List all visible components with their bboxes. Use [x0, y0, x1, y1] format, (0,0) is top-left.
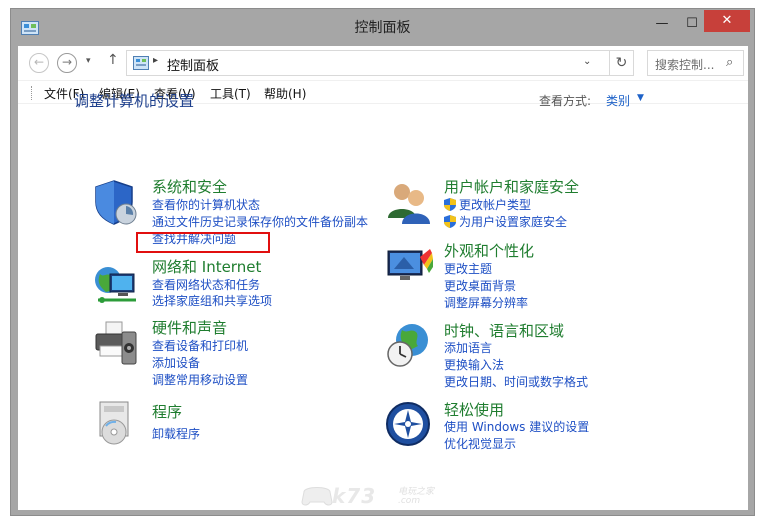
watermark-domain: .com	[398, 496, 421, 506]
watermark-logo: k73 电玩之家 .com	[300, 480, 470, 520]
ease-of-access-icon[interactable]	[384, 400, 434, 450]
forward-button[interactable]: →	[57, 53, 77, 73]
link-add-device[interactable]: 添加设备	[152, 354, 200, 371]
link-view-computer-status[interactable]: 查看你的计算机状态	[152, 196, 260, 213]
category-appearance[interactable]: 外观和个性化	[444, 240, 534, 261]
users-icon[interactable]	[384, 178, 434, 228]
control-panel-icon	[133, 56, 149, 70]
highlight-box	[136, 232, 270, 253]
menu-help[interactable]: 帮助(H)	[264, 85, 306, 102]
network-icon[interactable]	[92, 260, 142, 310]
link-add-language[interactable]: 添加语言	[444, 339, 492, 356]
gamepad-icon	[301, 487, 333, 506]
uac-shield-icon	[444, 198, 456, 211]
link-change-account-type[interactable]: 更改帐户类型	[444, 196, 531, 213]
search-icon[interactable]: ⌕	[726, 55, 733, 70]
printer-icon[interactable]	[92, 320, 142, 370]
link-uninstall-program[interactable]: 卸载程序	[152, 425, 200, 442]
minimize-button[interactable]: —	[650, 13, 674, 35]
link-optimize-visual-display[interactable]: 优化视觉显示	[444, 435, 516, 452]
link-change-input-method[interactable]: 更换输入法	[444, 356, 504, 373]
up-button[interactable]: ↑	[107, 52, 119, 68]
page-title: 调整计算机的设置	[74, 92, 195, 110]
link-file-history-backup[interactable]: 通过文件历史记录保存你的文件备份副本	[152, 213, 368, 230]
category-clock-language-region[interactable]: 时钟、语言和区域	[444, 320, 564, 341]
category-system-security[interactable]: 系统和安全	[152, 176, 227, 197]
view-by-label: 查看方式:	[539, 94, 592, 108]
back-button[interactable]: ←	[29, 53, 49, 73]
breadcrumb-separator-icon[interactable]: ▸	[153, 55, 158, 66]
chevron-down-icon[interactable]: ▼	[637, 93, 644, 103]
category-network-internet[interactable]: 网络和 Internet	[152, 256, 261, 277]
link-family-safety-label[interactable]: 为用户设置家庭安全	[459, 215, 567, 229]
refresh-button[interactable]: ↻	[610, 50, 634, 76]
monitor-icon[interactable]	[384, 243, 434, 293]
link-date-time-format[interactable]: 更改日期、时间或数字格式	[444, 373, 588, 390]
search-box[interactable]: 搜索控制... ⌕	[647, 50, 744, 76]
category-programs[interactable]: 程序	[152, 401, 182, 422]
link-mobility-settings[interactable]: 调整常用移动设置	[152, 371, 248, 388]
system-security-shield-icon[interactable]	[92, 178, 142, 228]
breadcrumb-control-panel[interactable]: 控制面板	[167, 55, 219, 74]
menu-tools[interactable]: 工具(T)	[210, 85, 251, 102]
maximize-button[interactable]: ☐	[680, 13, 704, 35]
globe-clock-icon[interactable]	[384, 320, 434, 370]
watermark-text: k73	[332, 484, 377, 508]
menu-grip	[31, 86, 34, 100]
link-homegroup-sharing[interactable]: 选择家庭组和共享选项	[152, 292, 272, 309]
category-user-accounts[interactable]: 用户帐户和家庭安全	[444, 176, 579, 197]
link-screen-resolution[interactable]: 调整屏幕分辨率	[444, 294, 528, 311]
close-button[interactable]: ✕	[704, 10, 750, 32]
link-view-network-status[interactable]: 查看网络状态和任务	[152, 276, 260, 293]
link-recommended-settings[interactable]: 使用 Windows 建议的设置	[444, 418, 589, 435]
uac-shield-icon	[444, 215, 456, 228]
recent-locations-dropdown[interactable]: ▾	[86, 56, 91, 66]
link-devices-printers[interactable]: 查看设备和打印机	[152, 337, 248, 354]
address-bar[interactable]: ▸ 控制面板 ⌄	[126, 50, 610, 76]
category-ease-of-access[interactable]: 轻松使用	[444, 399, 504, 420]
programs-icon[interactable]	[92, 398, 142, 448]
title-bar: 控制面板 — ☐ ✕	[11, 9, 754, 47]
link-change-account-type-label[interactable]: 更改帐户类型	[459, 198, 531, 212]
link-change-background[interactable]: 更改桌面背景	[444, 277, 516, 294]
window-title: 控制面板	[354, 20, 411, 36]
link-family-safety[interactable]: 为用户设置家庭安全	[444, 213, 567, 230]
view-by-dropdown[interactable]: 类别	[606, 92, 630, 109]
category-hardware-sound[interactable]: 硬件和声音	[152, 317, 227, 338]
link-change-theme[interactable]: 更改主题	[444, 260, 492, 277]
address-dropdown-icon[interactable]: ⌄	[583, 56, 591, 67]
search-input[interactable]: 搜索控制...	[655, 56, 714, 73]
